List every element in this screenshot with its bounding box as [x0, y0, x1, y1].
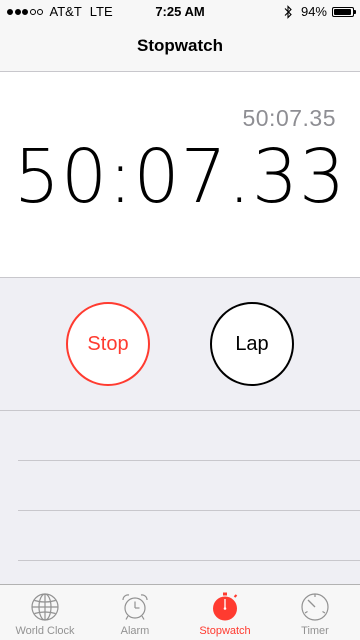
timer-display: 50:07.35 50:07.33	[0, 72, 360, 278]
controls-area: Stop Lap	[0, 278, 360, 410]
elapsed-time: 50:07.33	[13, 134, 347, 220]
timer-icon	[301, 593, 329, 621]
globe-icon	[31, 593, 59, 621]
battery-icon	[332, 6, 356, 17]
page-title: Stopwatch	[137, 36, 223, 55]
alarm-clock-icon	[122, 594, 148, 620]
navigation-bar: Stopwatch	[0, 24, 360, 72]
tab-label: Timer	[301, 625, 329, 637]
lap-button[interactable]: Lap	[210, 302, 294, 386]
tab-label: World Clock	[15, 625, 75, 637]
list-item	[18, 411, 360, 461]
bluetooth-icon	[284, 4, 292, 19]
status-bar: AT&T LTE 7:25 AM 94%	[0, 0, 360, 24]
tab-world-clock[interactable]: World Clock	[0, 585, 90, 640]
tab-label: Stopwatch	[199, 625, 251, 637]
current-lap-time: 50:07.35	[242, 105, 336, 131]
stop-button[interactable]: Stop	[66, 302, 150, 386]
battery-fill	[334, 8, 351, 15]
battery-percent: 94%	[300, 4, 327, 19]
status-right: 94%	[283, 4, 356, 19]
stopwatch-screen: AT&T LTE 7:25 AM 94% Stopwatch 50:07.35 …	[0, 0, 360, 640]
laps-list[interactable]	[0, 410, 360, 584]
list-item	[18, 461, 360, 511]
tab-alarm[interactable]: Alarm	[90, 585, 180, 640]
tab-label: Alarm	[120, 625, 150, 637]
stopwatch-icon	[213, 592, 238, 621]
list-item	[18, 511, 360, 561]
tab-timer[interactable]: Timer	[270, 585, 360, 640]
tab-stopwatch[interactable]: Stopwatch	[180, 585, 270, 640]
tab-bar: World Clock Alarm Stopwatch Timer	[0, 584, 360, 640]
